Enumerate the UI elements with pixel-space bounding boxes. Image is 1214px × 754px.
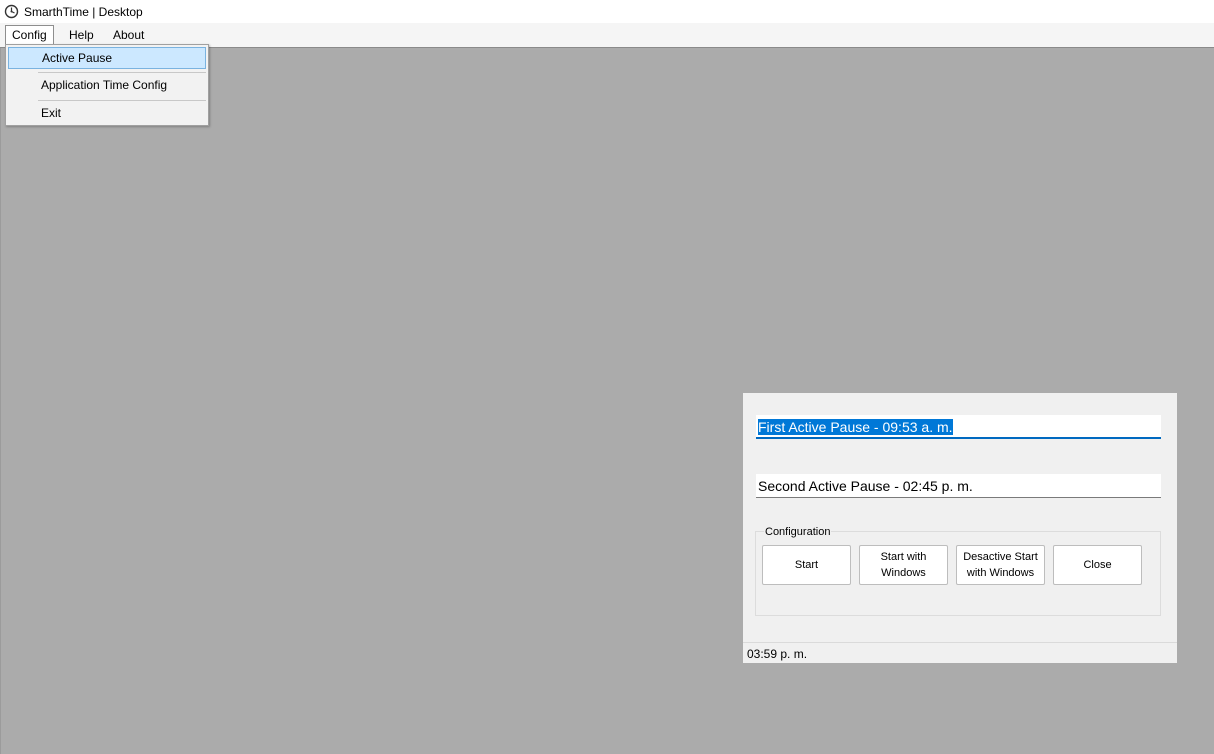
menu-item-application-time-config[interactable]: Application Time Config <box>8 74 206 96</box>
configuration-group: Configuration Start Start with Windows D… <box>755 526 1161 616</box>
window-title: SmarthTime | Desktop <box>24 4 143 19</box>
first-active-pause-field[interactable]: First Active Pause - 09:53 a. m. <box>756 415 1161 439</box>
close-button[interactable]: Close <box>1053 545 1142 585</box>
menu-separator <box>38 100 206 101</box>
menu-help[interactable]: Help <box>63 26 100 44</box>
active-pause-panel: First Active Pause - 09:53 a. m. Second … <box>743 393 1177 663</box>
menu-item-exit[interactable]: Exit <box>8 102 206 124</box>
clock-gear-icon <box>4 4 19 19</box>
second-active-pause-text: Second Active Pause - 02:45 p. m. <box>758 478 973 494</box>
menu-item-active-pause[interactable]: Active Pause <box>8 47 206 69</box>
start-with-windows-button[interactable]: Start with Windows <box>859 545 948 585</box>
configuration-group-label: Configuration <box>764 526 832 539</box>
menu-about[interactable]: About <box>107 26 150 44</box>
first-active-pause-text: First Active Pause - 09:53 a. m. <box>758 419 953 435</box>
start-button[interactable]: Start <box>762 545 851 585</box>
left-border <box>0 48 1 754</box>
config-dropdown: Active Pause Application Time Config Exi… <box>5 44 209 126</box>
status-time: 03:59 p. m. <box>747 647 808 661</box>
menu-config[interactable]: Config <box>5 25 54 46</box>
menu-separator <box>38 72 206 73</box>
second-active-pause-field[interactable]: Second Active Pause - 02:45 p. m. <box>756 474 1161 498</box>
title-bar: SmarthTime | Desktop <box>0 0 1214 23</box>
status-bar: 03:59 p. m. <box>743 642 1177 663</box>
desactive-start-with-windows-button[interactable]: Desactive Start with Windows <box>956 545 1045 585</box>
